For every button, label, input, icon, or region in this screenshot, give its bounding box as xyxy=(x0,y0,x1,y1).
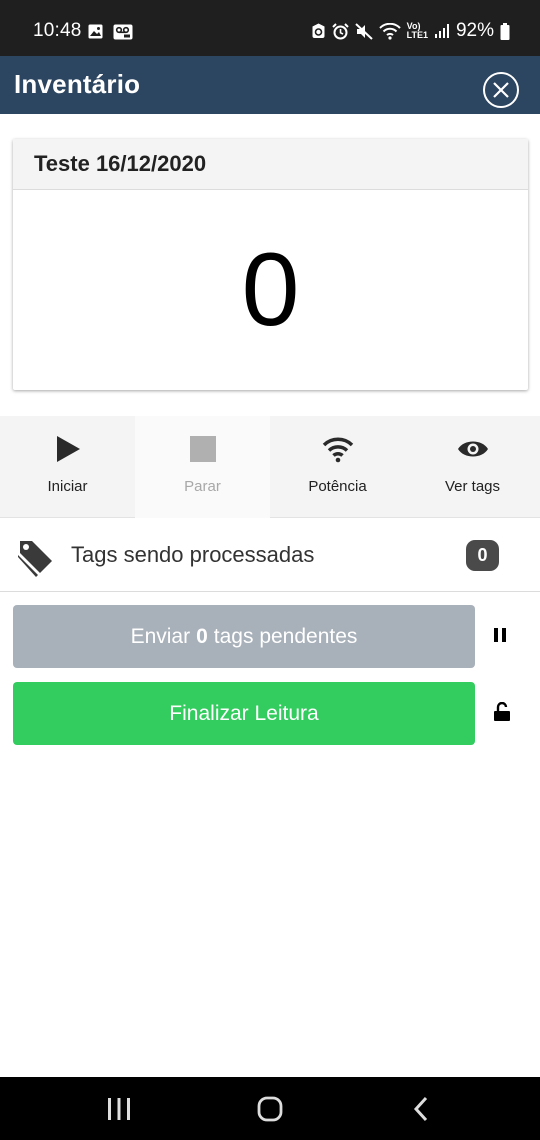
action-toolbar: Iniciar Parar Potência Ver tags xyxy=(0,416,540,518)
status-bar: 10:48 Vo) LTE1 92% xyxy=(0,0,540,56)
power-button[interactable]: Potência xyxy=(270,416,405,518)
wifi-icon xyxy=(322,437,353,463)
close-icon[interactable] xyxy=(482,71,520,109)
wifi-status-icon xyxy=(378,22,401,40)
view-tags-button[interactable]: Ver tags xyxy=(405,416,540,518)
system-nav-bar xyxy=(0,1077,540,1140)
status-left-icons xyxy=(88,24,133,40)
inventory-card-header: Teste 16/12/2020 xyxy=(13,139,528,190)
page-title: Inventário xyxy=(14,69,141,99)
status-right-group: Vo) LTE1 92% xyxy=(311,20,510,42)
unlock-icon[interactable] xyxy=(493,702,511,722)
stop-icon xyxy=(189,436,216,462)
send-prefix: Enviar xyxy=(130,624,191,648)
eye-icon xyxy=(457,441,488,457)
send-pending-button[interactable]: Enviar 0 tags pendentes xyxy=(13,605,475,668)
battery-percent: 92% xyxy=(455,20,494,41)
battery-icon xyxy=(500,22,510,40)
tags-icon xyxy=(18,541,52,577)
alarm-icon xyxy=(331,22,349,39)
inventory-count: 0 xyxy=(241,231,300,348)
view-tags-label: Ver tags xyxy=(444,478,501,495)
back-icon[interactable] xyxy=(407,1095,435,1123)
signal-icon xyxy=(434,24,449,38)
start-button[interactable]: Iniciar xyxy=(0,416,135,518)
pause-icon[interactable] xyxy=(493,627,507,643)
gallery-icon xyxy=(88,24,103,39)
finish-label: Finalizar Leitura xyxy=(169,701,319,725)
network-label-bottom: LTE1 xyxy=(406,30,428,40)
stop-button[interactable]: Parar xyxy=(135,416,270,518)
send-count: 0 xyxy=(196,624,208,648)
app-header: Inventário xyxy=(0,56,540,114)
bixby-icon xyxy=(312,23,325,38)
start-label: Iniciar xyxy=(47,478,88,495)
inventory-title: Teste 16/12/2020 xyxy=(34,151,207,176)
voicemail-icon xyxy=(113,24,133,40)
power-label: Potência xyxy=(308,478,367,495)
send-suffix: tags pendentes xyxy=(213,624,358,648)
processing-count-badge: 0 xyxy=(466,540,499,571)
processing-label: Tags sendo processadas xyxy=(71,542,315,567)
play-icon xyxy=(56,436,80,462)
status-time: 10:48 xyxy=(33,20,82,41)
network-type-label: Vo) LTE1 xyxy=(407,22,428,40)
recent-apps-icon[interactable] xyxy=(105,1095,133,1123)
finish-reading-button[interactable]: Finalizar Leitura xyxy=(13,682,475,745)
processing-row: Tags sendo processadas 0 xyxy=(0,519,540,592)
mute-icon xyxy=(354,22,373,40)
stop-label: Parar xyxy=(184,478,221,495)
home-icon[interactable] xyxy=(256,1095,284,1123)
inventory-card: Teste 16/12/2020 0 xyxy=(13,139,528,390)
